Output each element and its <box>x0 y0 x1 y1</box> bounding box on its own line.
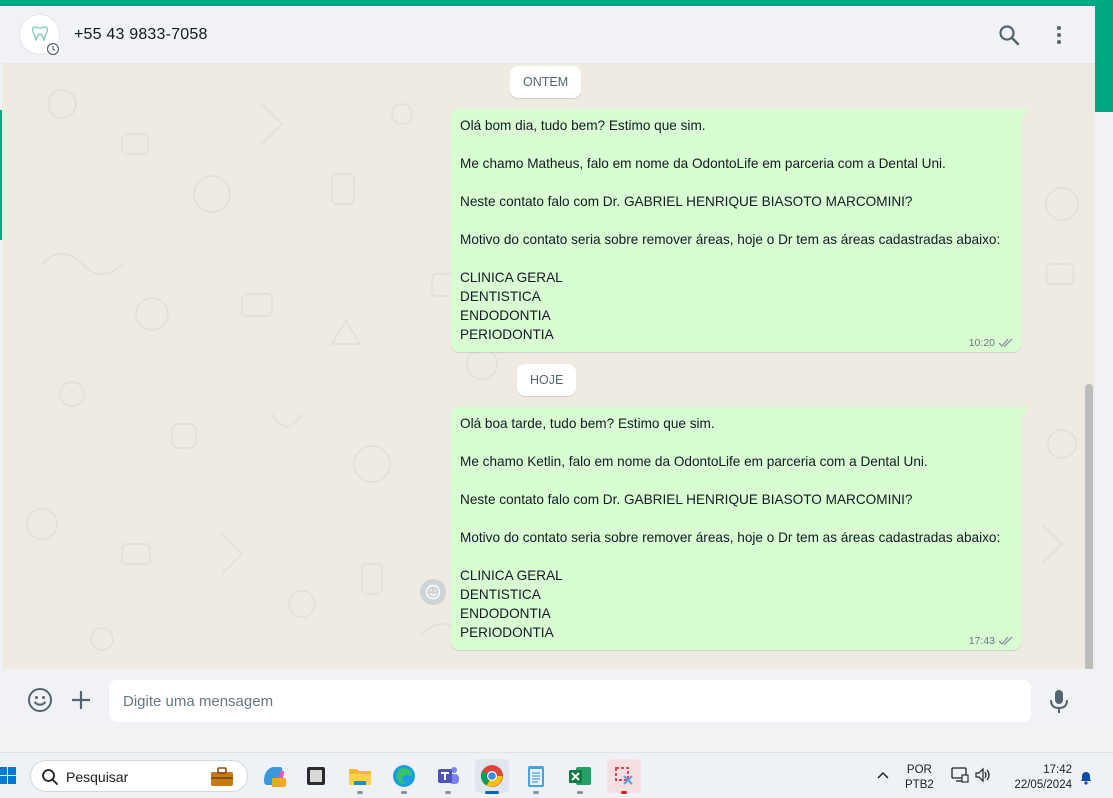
message-time: 10:20 <box>968 337 995 349</box>
briefcase-icon <box>211 767 233 786</box>
notification-bell-icon[interactable] <box>1079 769 1093 785</box>
message-line: Me chamo Matheus, falo em nome da Odonto… <box>460 156 946 171</box>
background-accent-right <box>1095 0 1113 112</box>
windows-start-icon[interactable] <box>0 766 16 786</box>
taskbar-search-label: Pesquisar <box>66 769 129 785</box>
composer-bar <box>2 669 1095 732</box>
bubble-tail <box>1021 407 1029 418</box>
clock-time: 17:42 <box>1043 764 1072 776</box>
message-line: Olá bom dia, tudo bem? Estimo que sim. <box>460 118 706 133</box>
terminal-icon[interactable] <box>299 759 333 793</box>
app-indicator <box>357 791 363 794</box>
desktop-gap <box>0 732 1113 752</box>
snipping-tool-icon[interactable] <box>607 759 641 793</box>
app-indicator-active <box>485 791 499 794</box>
message-line: Neste contato falo com Dr. GABRIEL HENRI… <box>460 194 913 209</box>
microphone-icon[interactable] <box>1046 688 1072 714</box>
teams-icon[interactable] <box>431 759 465 793</box>
message-line <box>460 433 1013 452</box>
message-line: Olá boa tarde, tudo bem? Estimo que sim. <box>460 416 715 431</box>
date-separator-yesterday: ONTEM <box>510 66 582 98</box>
volume-icon[interactable] <box>974 767 992 783</box>
message-bubble-outgoing[interactable]: Olá bom dia, tudo bem? Estimo que sim. M… <box>451 109 1029 352</box>
message-line: PERIODONTIA <box>460 327 554 342</box>
excel-icon[interactable] <box>563 759 597 793</box>
tooth-logo-icon <box>31 26 49 41</box>
message-meta: 17:43 <box>969 635 1014 647</box>
chrome-icon[interactable] <box>475 759 509 793</box>
message-line <box>460 211 1013 230</box>
message-line <box>460 471 1013 490</box>
app-indicator <box>401 791 407 794</box>
message-bubble-outgoing[interactable]: Olá boa tarde, tudo bem? Estimo que sim.… <box>451 407 1029 650</box>
contact-name[interactable]: +55 43 9833-7058 <box>74 26 208 44</box>
reaction-emoji-button[interactable] <box>420 579 446 605</box>
emoji-icon[interactable] <box>27 687 53 713</box>
avatar[interactable] <box>19 14 60 56</box>
menu-dots-icon[interactable] <box>1047 23 1071 47</box>
clock-date: 22/05/2024 <box>1014 779 1072 791</box>
double-tick-icon <box>998 338 1013 347</box>
search-icon[interactable] <box>997 23 1021 47</box>
message-line: Motivo do contato seria sobre remover ár… <box>460 232 1001 247</box>
double-tick-icon <box>998 636 1013 645</box>
message-line: PERIODONTIA <box>460 625 554 640</box>
chat-panel[interactable]: ONTEM Olá bom dia, tudo bem? Estimo que … <box>2 64 1095 669</box>
message-line: ENDODONTIA <box>460 606 551 621</box>
message-line: CLINICA GERAL <box>460 270 563 285</box>
windows-taskbar: Pesquisar POR PTB2 17:42 22/05/2024 <box>0 752 1113 798</box>
system-clock[interactable]: 17:42 22/05/2024 <box>1005 763 1072 798</box>
message-input[interactable] <box>123 680 1013 722</box>
message-line <box>460 547 1013 566</box>
message-line <box>460 173 1013 192</box>
message-line: DENTISTICA <box>460 587 541 602</box>
message-line: CLINICA GERAL <box>460 568 563 583</box>
date-separator-today: HOJE <box>517 364 577 396</box>
message-line: ENDODONTIA <box>460 308 551 323</box>
search-icon <box>42 769 58 785</box>
copilot-icon[interactable] <box>256 759 290 793</box>
notepad-icon[interactable] <box>519 759 553 793</box>
message-line: Me chamo Ketlin, falo em nome da OdontoL… <box>460 454 928 469</box>
bubble-tail <box>1021 109 1029 120</box>
taskbar-search[interactable]: Pesquisar <box>30 760 248 792</box>
message-line: Motivo do contato seria sobre remover ár… <box>460 530 1001 545</box>
app-indicator <box>445 791 451 794</box>
message-line: DENTISTICA <box>460 289 541 304</box>
language-code: POR <box>906 764 932 776</box>
message-line <box>460 509 1013 528</box>
chat-scrollbar[interactable] <box>1085 384 1093 669</box>
status-clock-icon <box>46 42 60 56</box>
message-meta: 10:20 <box>969 337 1014 349</box>
network-icon[interactable] <box>951 767 969 783</box>
smiley-icon <box>425 584 441 600</box>
chevron-up-icon[interactable] <box>876 770 890 780</box>
message-time: 17:43 <box>968 635 995 647</box>
message-input-box[interactable] <box>109 680 1031 722</box>
keyboard-layout: PTB2 <box>905 779 934 791</box>
file-explorer-icon[interactable] <box>343 759 377 793</box>
chat-header: +55 43 9833-7058 <box>2 6 1095 64</box>
message-line <box>460 249 1013 268</box>
app-indicator <box>621 791 627 794</box>
plus-attach-icon[interactable] <box>68 687 94 713</box>
app-indicator <box>533 791 539 794</box>
language-indicator[interactable]: POR PTB2 <box>905 763 934 798</box>
message-line <box>460 135 1013 154</box>
message-line: Neste contato falo com Dr. GABRIEL HENRI… <box>460 492 913 507</box>
edge-icon[interactable] <box>387 759 421 793</box>
app-indicator <box>577 791 583 794</box>
